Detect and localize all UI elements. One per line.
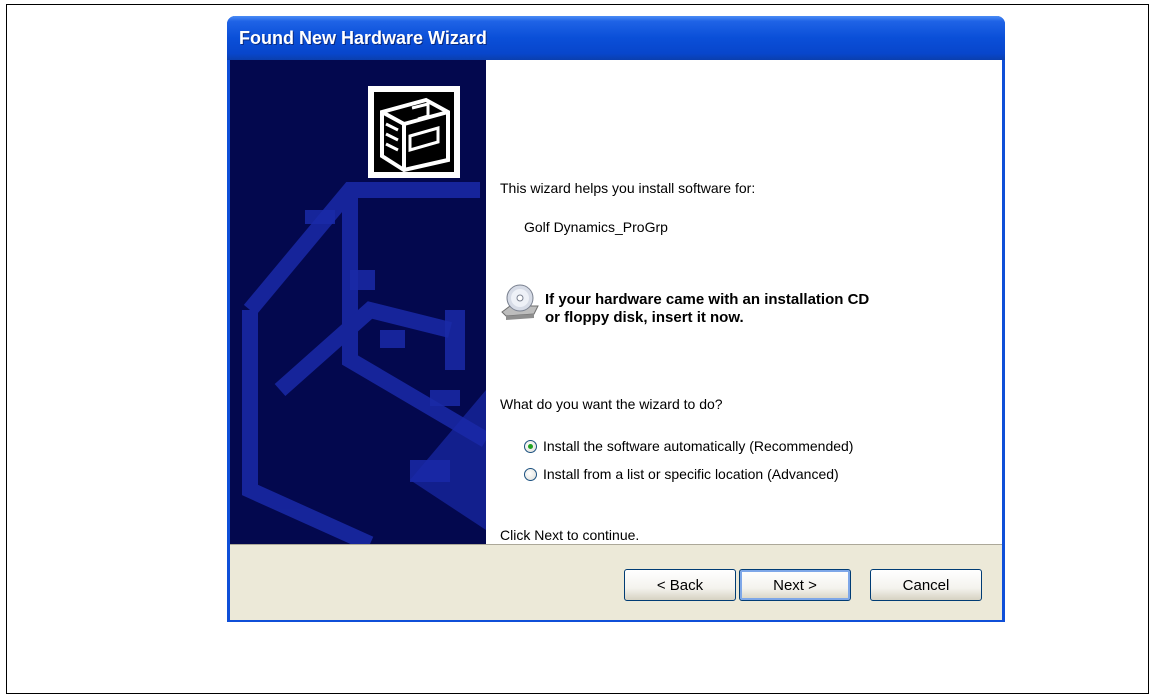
- option-install-from-list[interactable]: Install from a list or specific location…: [524, 466, 839, 482]
- wizard-window: Found New Hardware Wizard This wizard he…: [227, 16, 1005, 622]
- intro-text: This wizard helps you install software f…: [500, 180, 756, 196]
- device-name: Golf Dynamics_ProGrp: [524, 219, 668, 235]
- back-button[interactable]: < Back: [624, 569, 736, 601]
- button-bar: < Back Next > Cancel: [230, 544, 1002, 620]
- cd-prompt-line1: If your hardware came with an installati…: [545, 291, 870, 308]
- option-install-automatically[interactable]: Install the software automatically (Reco…: [524, 438, 853, 454]
- radio-install-from-list[interactable]: [524, 467, 537, 481]
- window-title: Found New Hardware Wizard: [239, 28, 487, 48]
- cd-drive-icon: [500, 282, 540, 322]
- radio-install-automatically[interactable]: [524, 439, 537, 453]
- next-button[interactable]: Next >: [739, 569, 851, 601]
- cd-prompt-line2: or floppy disk, insert it now.: [545, 309, 744, 326]
- option-label[interactable]: Install the software automatically (Reco…: [543, 438, 853, 454]
- question-text: What do you want the wizard to do?: [500, 396, 723, 412]
- option-label[interactable]: Install from a list or specific location…: [543, 466, 839, 482]
- cancel-button[interactable]: Cancel: [870, 569, 982, 601]
- wizard-banner: [230, 60, 486, 544]
- hardware-wizard-icon: [368, 86, 460, 178]
- wizard-content: This wizard helps you install software f…: [486, 60, 999, 544]
- title-bar[interactable]: Found New Hardware Wizard: [227, 16, 1005, 60]
- continue-hint: Click Next to continue.: [500, 527, 640, 543]
